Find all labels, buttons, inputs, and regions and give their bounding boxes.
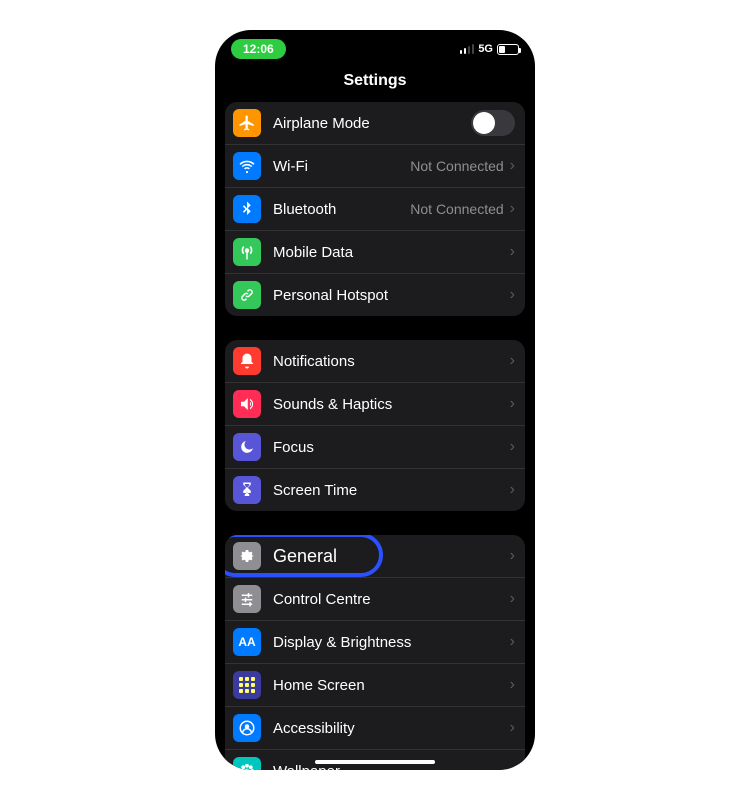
row-label: Screen Time [273,482,510,499]
aa-icon: AA [233,628,261,656]
settings-row-general[interactable]: General› [225,535,525,578]
row-label: Display & Brightness [273,634,510,651]
settings-row-sounds-haptics[interactable]: Sounds & Haptics› [225,383,525,426]
battery-icon [497,44,519,55]
settings-row-mobile-data[interactable]: Mobile Data› [225,231,525,274]
row-label: Notifications [273,353,510,370]
status-bar: 12:06 5G [215,30,535,64]
chevron-right-icon: › [510,762,515,770]
chevron-right-icon: › [510,676,515,694]
settings-row-screen-time[interactable]: Screen Time› [225,469,525,511]
row-label: Control Centre [273,591,510,608]
settings-group: General›Control Centre›AADisplay & Brigh… [225,535,525,770]
row-label: Sounds & Haptics [273,396,510,413]
chevron-right-icon: › [510,719,515,737]
row-label: Accessibility [273,720,510,737]
settings-row-control-centre[interactable]: Control Centre› [225,578,525,621]
link-icon [233,281,261,309]
page-title: Settings [215,64,535,102]
row-label: Airplane Mode [273,115,471,132]
settings-row-accessibility[interactable]: Accessibility› [225,707,525,750]
chevron-right-icon: › [510,547,515,565]
network-label: 5G [478,43,493,55]
chevron-right-icon: › [510,286,515,304]
status-right: 5G [460,43,519,55]
settings-row-display-brightness[interactable]: AA Display & Brightness› [225,621,525,664]
settings-row-bluetooth[interactable]: BluetoothNot Connected › [225,188,525,231]
phone-frame: 12:06 5G Settings Airplane ModeWi-FiNot … [215,30,535,770]
settings-row-wi-fi[interactable]: Wi-FiNot Connected › [225,145,525,188]
row-label: Wi-Fi [273,158,410,175]
chevron-right-icon: › [510,200,515,218]
chevron-right-icon: › [510,395,515,413]
home-indicator[interactable] [315,760,435,764]
settings-row-notifications[interactable]: Notifications› [225,340,525,383]
row-label: Mobile Data [273,244,510,261]
settings-row-home-screen[interactable]: Home Screen› [225,664,525,707]
row-value: Not Connected [410,158,503,174]
row-label: Home Screen [273,677,510,694]
settings-row-focus[interactable]: Focus› [225,426,525,469]
person-icon [233,714,261,742]
settings-group: Airplane ModeWi-FiNot Connected›Bluetoot… [225,102,525,316]
hourglass-icon [233,476,261,504]
chevron-right-icon: › [510,481,515,499]
grid-icon [233,671,261,699]
speaker-icon [233,390,261,418]
antenna-icon [233,238,261,266]
signal-icon [460,44,475,54]
moon-icon [233,433,261,461]
bluetooth-icon [233,195,261,223]
row-label: Personal Hotspot [273,287,510,304]
settings-row-airplane-mode[interactable]: Airplane Mode [225,102,525,145]
row-label: Bluetooth [273,201,410,218]
chevron-right-icon: › [510,243,515,261]
settings-group: Notifications›Sounds & Haptics›Focus›Scr… [225,340,525,511]
chevron-right-icon: › [510,633,515,651]
time-pill: 12:06 [231,39,286,59]
row-value: Not Connected [410,201,503,217]
chevron-right-icon: › [510,352,515,370]
settings-list[interactable]: Airplane ModeWi-FiNot Connected›Bluetoot… [215,102,535,770]
flower-icon [233,757,261,770]
wifi-icon [233,152,261,180]
toggle-switch[interactable] [471,110,515,136]
row-label: Focus [273,439,510,456]
settings-row-personal-hotspot[interactable]: Personal Hotspot› [225,274,525,316]
row-label: General [273,546,510,567]
bell-icon [233,347,261,375]
chevron-right-icon: › [510,157,515,175]
gear-icon [233,542,261,570]
chevron-right-icon: › [510,438,515,456]
sliders-icon [233,585,261,613]
chevron-right-icon: › [510,590,515,608]
airplane-icon [233,109,261,137]
